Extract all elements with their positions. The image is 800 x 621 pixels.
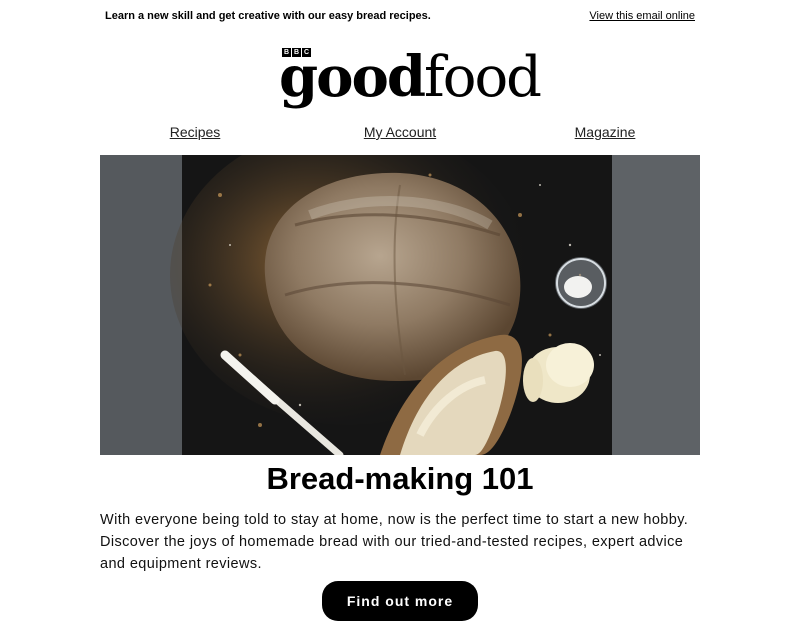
bbc-good-food-logo[interactable]: B B C goodfood (279, 44, 542, 110)
article-body: With everyone being told to stay at home… (100, 512, 689, 572)
nav-magazine-link[interactable]: Magazine (575, 124, 636, 140)
logo-word-good: good (279, 44, 426, 110)
article-headline: Bread-making 101 (266, 461, 534, 496)
logo-word-food: food (424, 45, 542, 110)
nav-my-account-link[interactable]: My Account (364, 124, 436, 140)
main-nav: Recipes My Account Magazine (100, 124, 700, 144)
preheader-bar: Learn a new skill and get creative with … (100, 0, 700, 34)
hero-image[interactable] (100, 155, 700, 455)
logo-wordmark: goodfood (279, 44, 542, 110)
nav-recipes-link[interactable]: Recipes (170, 124, 221, 140)
bread-photo-icon (100, 155, 700, 455)
preheader-text: Learn a new skill and get creative with … (105, 10, 431, 22)
view-email-online-link[interactable]: View this email online (589, 10, 695, 22)
find-out-more-button[interactable]: Find out more (322, 581, 478, 621)
